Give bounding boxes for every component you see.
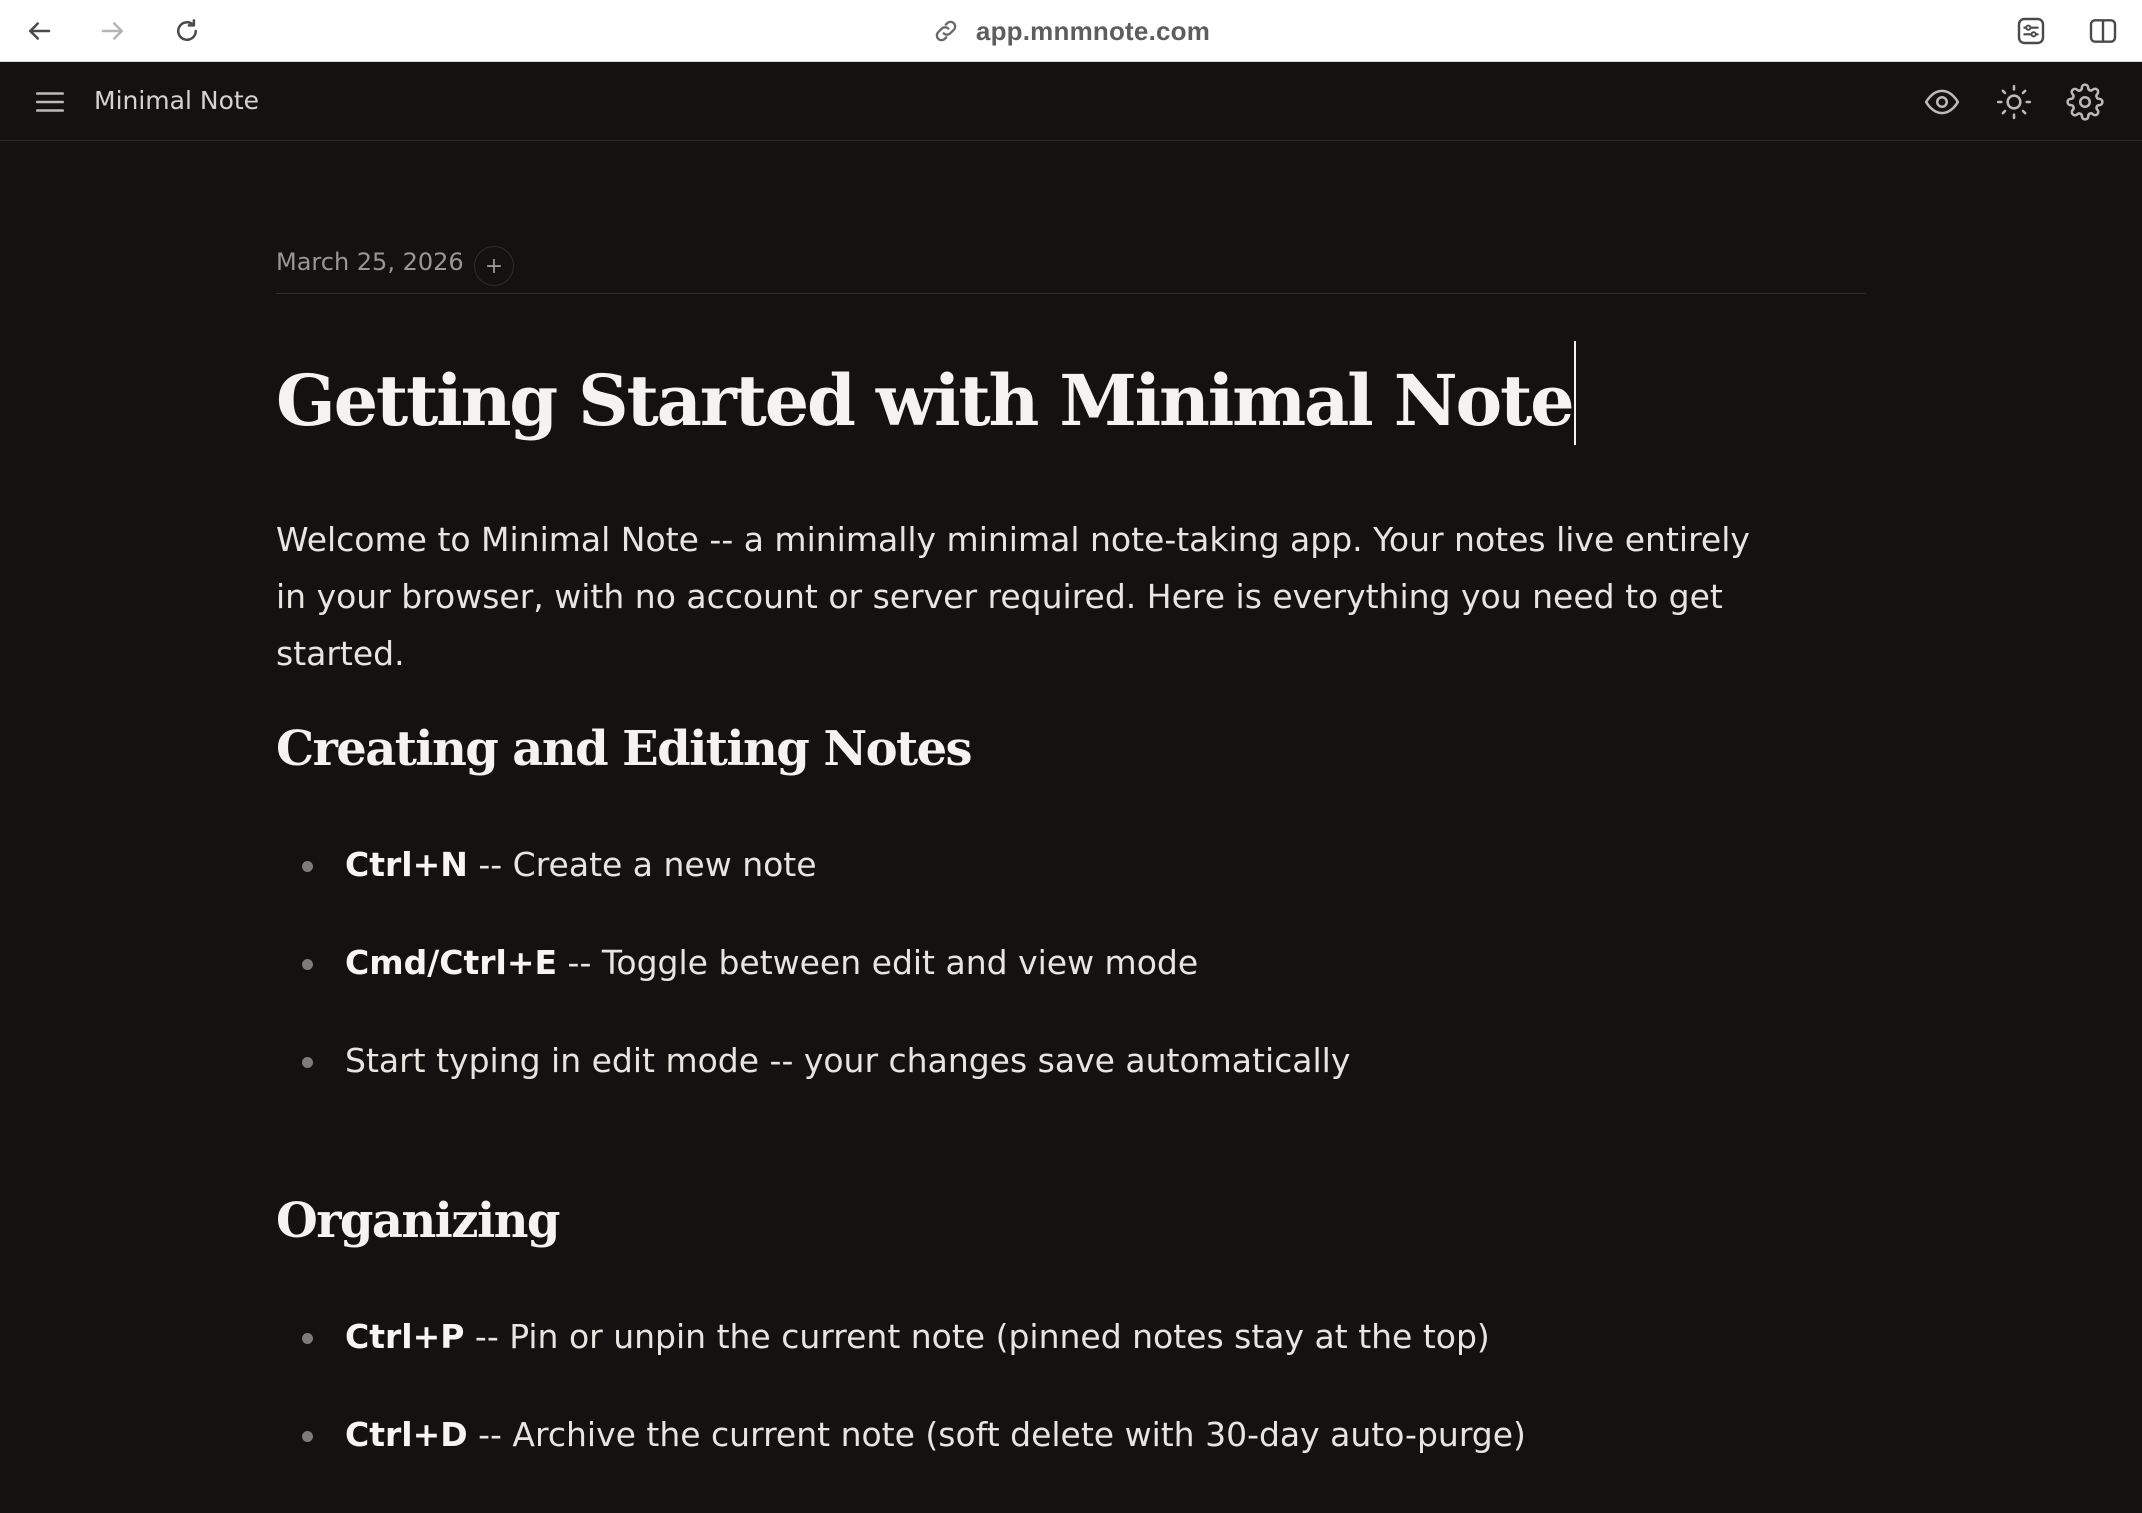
theme-toggle-button[interactable] — [1992, 80, 2036, 124]
shortcut-key: Ctrl+N — [345, 845, 468, 884]
shortcut-list: Ctrl+N -- Create a new note Cmd/Ctrl+E -… — [276, 845, 1866, 1139]
address-bar: app.mnmnote.com — [0, 0, 2142, 62]
extension-icon — [2017, 17, 2045, 45]
bullet-icon — [302, 1333, 313, 1344]
note-date: March 25, 2026 — [276, 248, 464, 276]
app-header: Minimal Note — [0, 62, 2142, 141]
shortcut-description: -- Pin or unpin the current note (pinned… — [464, 1317, 1490, 1356]
section-heading: Creating and Editing Notes — [276, 721, 973, 777]
intro-paragraph: Welcome to Minimal Note -- a minimally m… — [276, 520, 1750, 673]
sidebar-toggle-button[interactable] — [2084, 12, 2122, 50]
app-title: Minimal Note — [94, 86, 260, 115]
extension-button[interactable] — [2012, 12, 2050, 50]
section-heading: Organizing — [276, 1193, 560, 1249]
bullet-icon — [302, 1431, 313, 1442]
url-text[interactable]: app.mnmnote.com — [976, 16, 1210, 47]
browser-toolbar: app.mnmnote.com — [0, 0, 2142, 62]
shortcut-description: -- Archive the current note (soft delete… — [467, 1415, 1526, 1454]
sidebar-toggle-icon — [2089, 19, 2117, 43]
list-item: Start typing in edit mode -- your change… — [276, 1041, 1866, 1139]
list-item: Ctrl+D -- Archive the current note (soft… — [276, 1415, 1866, 1513]
gear-icon — [2066, 83, 2104, 121]
shortcut-list: Ctrl+P -- Pin or unpin the current note … — [276, 1317, 1866, 1513]
sun-icon — [1996, 84, 2032, 120]
bullet-icon — [302, 959, 313, 970]
note-editor[interactable]: March 25, 2026 + Getting Started with Mi… — [276, 141, 1866, 1454]
note-title[interactable]: Getting Started with Minimal Note — [276, 341, 1577, 445]
back-button[interactable] — [20, 12, 58, 50]
back-arrow-icon — [29, 22, 51, 40]
bullet-icon — [302, 861, 313, 872]
eye-icon — [1924, 89, 1960, 115]
list-item: Cmd/Ctrl+E -- Toggle between edit and vi… — [276, 943, 1866, 1041]
shortcut-key: Ctrl+P — [345, 1317, 465, 1356]
shortcut-key: Ctrl+D — [345, 1415, 468, 1454]
reload-button[interactable] — [168, 12, 206, 50]
divider — [276, 293, 1866, 294]
view-mode-button[interactable] — [1920, 80, 1964, 124]
add-tag-button[interactable]: + — [474, 246, 514, 286]
list-item: Ctrl+P -- Pin or unpin the current note … — [276, 1317, 1866, 1415]
reload-icon — [177, 19, 197, 41]
settings-button[interactable] — [2063, 80, 2107, 124]
text-caret — [1574, 341, 1577, 445]
shortcut-description: -- Toggle between edit and view mode — [557, 943, 1199, 982]
menu-icon — [35, 92, 65, 112]
shortcut-key: Cmd/Ctrl+E — [345, 943, 558, 982]
note-title-text: Getting Started with Minimal Note — [276, 359, 1575, 442]
forward-button[interactable] — [94, 12, 132, 50]
menu-button[interactable] — [30, 82, 70, 122]
note-meta: March 25, 2026 + — [276, 141, 1866, 294]
shortcut-description: -- Create a new note — [467, 845, 817, 884]
list-item: Ctrl+N -- Create a new note — [276, 845, 1866, 943]
forward-arrow-icon — [101, 22, 123, 40]
bullet-icon — [302, 1057, 313, 1068]
shortcut-description: Start typing in edit mode -- your change… — [345, 1041, 1351, 1080]
link-icon — [935, 20, 957, 42]
